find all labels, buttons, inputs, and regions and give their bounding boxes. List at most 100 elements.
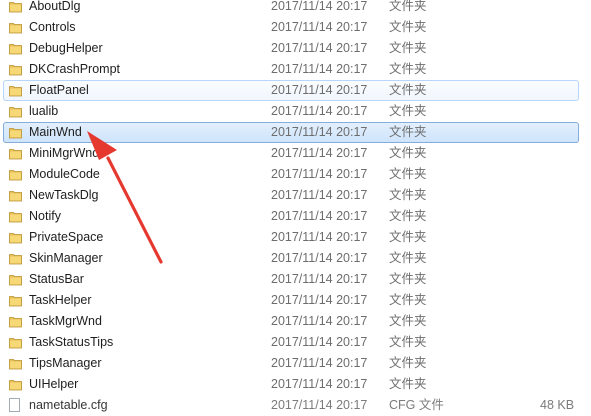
file-type: 文件夹 <box>389 293 427 307</box>
file-name: MainWnd <box>29 125 82 139</box>
file-row-controls[interactable]: Controls 2017/11/14 20:17 文件夹 <box>0 17 591 38</box>
file-name: SkinManager <box>29 251 103 265</box>
file-type: 文件夹 <box>389 335 427 349</box>
file-date: 2017/11/14 20:17 <box>271 146 368 160</box>
file-icon <box>9 398 20 412</box>
folder-icon <box>9 149 22 160</box>
folder-icon <box>9 107 22 118</box>
folder-icon <box>9 254 22 265</box>
folder-icon <box>9 233 22 244</box>
file-type: 文件夹 <box>389 230 427 244</box>
file-name: ModuleCode <box>29 167 100 181</box>
file-type: 文件夹 <box>389 20 427 34</box>
file-row-floatpanel[interactable]: FloatPanel 2017/11/14 20:17 文件夹 <box>3 80 579 101</box>
file-date: 2017/11/14 20:17 <box>271 377 368 391</box>
file-date: 2017/11/14 20:17 <box>271 104 368 118</box>
folder-icon <box>9 359 22 370</box>
folder-icon <box>9 296 22 307</box>
folder-icon <box>9 275 22 286</box>
folder-icon <box>9 170 22 181</box>
file-row-mainwnd[interactable]: MainWnd 2017/11/14 20:17 文件夹 <box>3 122 579 143</box>
file-row-minimgrwnd[interactable]: MiniMgrWnd 2017/11/14 20:17 文件夹 <box>0 143 591 164</box>
file-type: 文件夹 <box>389 188 427 202</box>
folder-icon <box>9 191 22 202</box>
file-name: DebugHelper <box>29 41 103 55</box>
file-name: AboutDlg <box>29 0 81 13</box>
folder-icon <box>9 338 22 349</box>
file-type: 文件夹 <box>389 104 427 118</box>
file-date: 2017/11/14 20:17 <box>271 398 368 412</box>
file-name: UIHelper <box>29 377 79 391</box>
file-type: 文件夹 <box>389 83 427 97</box>
folder-icon <box>9 65 22 76</box>
file-type: 文件夹 <box>389 125 427 139</box>
file-date: 2017/11/14 20:17 <box>271 272 368 286</box>
folder-icon <box>9 86 22 97</box>
folder-icon <box>9 2 22 13</box>
file-row-taskstatustips[interactable]: TaskStatusTips 2017/11/14 20:17 文件夹 <box>0 332 591 353</box>
file-date: 2017/11/14 20:17 <box>271 125 368 139</box>
file-row-aboutdlg[interactable]: AboutDlg 2017/11/14 20:17 文件夹 <box>0 0 591 17</box>
file-type: 文件夹 <box>389 167 427 181</box>
folder-icon <box>9 212 22 223</box>
file-row-taskmgrwnd[interactable]: TaskMgrWnd 2017/11/14 20:17 文件夹 <box>0 311 591 332</box>
file-date: 2017/11/14 20:17 <box>271 209 368 223</box>
file-date: 2017/11/14 20:17 <box>271 167 368 181</box>
file-name: Controls <box>29 20 76 34</box>
file-date: 2017/11/14 20:17 <box>271 188 368 202</box>
file-name: TaskHelper <box>29 293 92 307</box>
file-row-lualib[interactable]: lualib 2017/11/14 20:17 文件夹 <box>0 101 591 122</box>
file-type: 文件夹 <box>389 356 427 370</box>
file-row-notify[interactable]: Notify 2017/11/14 20:17 文件夹 <box>0 206 591 227</box>
file-date: 2017/11/14 20:17 <box>271 335 368 349</box>
folder-icon <box>9 317 22 328</box>
file-date: 2017/11/14 20:17 <box>271 356 368 370</box>
file-row-skinmanager[interactable]: SkinManager 2017/11/14 20:17 文件夹 <box>0 248 591 269</box>
file-name: NewTaskDlg <box>29 188 99 202</box>
file-row-debughelper[interactable]: DebugHelper 2017/11/14 20:17 文件夹 <box>0 38 591 59</box>
file-type: 文件夹 <box>389 272 427 286</box>
file-row-tipsmanager[interactable]: TipsManager 2017/11/14 20:17 文件夹 <box>0 353 591 374</box>
file-row-nametable-cfg[interactable]: nametable.cfg 2017/11/14 20:17 CFG 文件 48… <box>0 395 591 416</box>
file-name: FloatPanel <box>29 83 89 97</box>
file-name: Notify <box>29 209 61 223</box>
folder-icon <box>9 380 22 391</box>
file-name: MiniMgrWnd <box>29 146 100 160</box>
file-type: 文件夹 <box>389 62 427 76</box>
file-name: lualib <box>29 104 59 118</box>
file-type: 文件夹 <box>389 209 427 223</box>
file-date: 2017/11/14 20:17 <box>271 251 368 265</box>
folder-icon <box>9 44 22 55</box>
file-type: 文件夹 <box>389 314 427 328</box>
file-name: nametable.cfg <box>29 398 108 412</box>
file-type: 文件夹 <box>389 41 427 55</box>
file-date: 2017/11/14 20:17 <box>271 41 368 55</box>
file-name: TaskMgrWnd <box>29 314 102 328</box>
file-row-newtaskdlg[interactable]: NewTaskDlg 2017/11/14 20:17 文件夹 <box>0 185 591 206</box>
file-type: CFG 文件 <box>389 398 444 412</box>
file-name: TaskStatusTips <box>29 335 114 349</box>
file-type: 文件夹 <box>389 251 427 265</box>
file-type: 文件夹 <box>389 0 427 13</box>
file-row-modulecode[interactable]: ModuleCode 2017/11/14 20:17 文件夹 <box>0 164 591 185</box>
file-row-taskhelper[interactable]: TaskHelper 2017/11/14 20:17 文件夹 <box>0 290 591 311</box>
file-name: PrivateSpace <box>29 230 104 244</box>
file-date: 2017/11/14 20:17 <box>271 314 368 328</box>
file-date: 2017/11/14 20:17 <box>271 293 368 307</box>
file-name: TipsManager <box>29 356 102 370</box>
file-date: 2017/11/14 20:17 <box>271 230 368 244</box>
file-date: 2017/11/14 20:17 <box>271 62 368 76</box>
file-date: 2017/11/14 20:17 <box>271 83 368 97</box>
file-list: AboutDlg 2017/11/14 20:17 文件夹 Controls 2… <box>0 0 591 416</box>
file-date: 2017/11/14 20:17 <box>271 20 368 34</box>
file-row-dkcrashprompt[interactable]: DKCrashPrompt 2017/11/14 20:17 文件夹 <box>0 59 591 80</box>
file-row-statusbar[interactable]: StatusBar 2017/11/14 20:17 文件夹 <box>0 269 591 290</box>
file-type: 文件夹 <box>389 377 427 391</box>
file-date: 2017/11/14 20:17 <box>271 0 368 13</box>
file-name: StatusBar <box>29 272 84 286</box>
file-row-privatespace[interactable]: PrivateSpace 2017/11/14 20:17 文件夹 <box>0 227 591 248</box>
folder-icon <box>9 23 22 34</box>
file-name: DKCrashPrompt <box>29 62 120 76</box>
file-row-uihelper[interactable]: UIHelper 2017/11/14 20:17 文件夹 <box>0 374 591 395</box>
folder-icon <box>9 128 22 139</box>
